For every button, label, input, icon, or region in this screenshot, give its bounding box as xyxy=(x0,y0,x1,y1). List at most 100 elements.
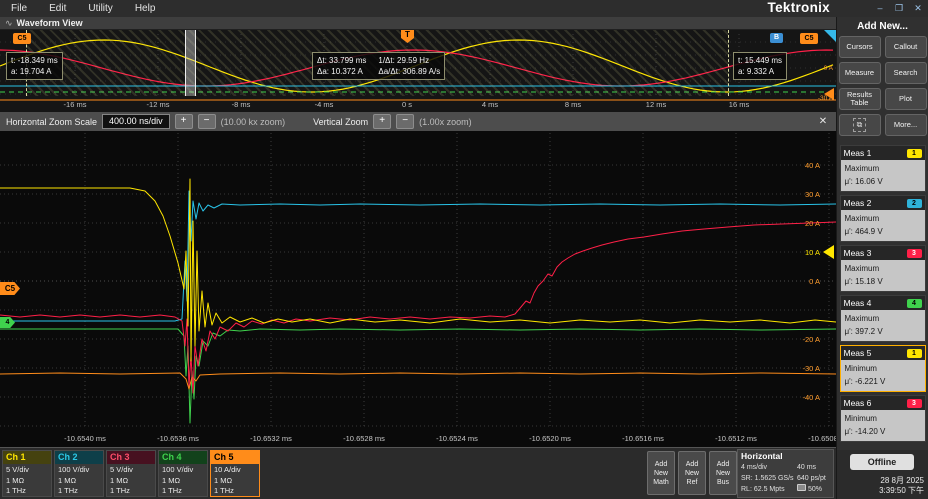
meas-badge-meas3[interactable]: Meas 33Maximumμ': 15.18 V xyxy=(840,245,926,292)
menu-bar: File Edit Utility Help Tektronix – ❐ ✕ xyxy=(0,0,928,17)
trace-ch5 xyxy=(0,373,836,389)
channel-badge-ch5[interactable]: Ch 510 A/div1 MΩ1 THz xyxy=(210,450,260,497)
trigger-level-arrow-icon[interactable] xyxy=(823,245,834,259)
h-zoom-out-button[interactable]: − xyxy=(198,114,216,129)
horizontal-title: Horizontal xyxy=(741,451,830,462)
ch5-badge-right[interactable]: C5 xyxy=(800,33,818,44)
menu-help[interactable]: Help xyxy=(124,0,167,17)
meas-badge-meas4[interactable]: Meas 44Maximumμ': 397.2 V xyxy=(840,295,926,342)
meas-result: Maximumμ': 464.9 V xyxy=(841,210,925,241)
meas-badge-meas2[interactable]: Meas 22Maximumμ': 464.9 V xyxy=(840,195,926,242)
add-new-math-button[interactable]: AddNewMath xyxy=(647,451,675,495)
add-cursors-button[interactable]: Cursors xyxy=(839,36,881,58)
zoom-window-indicator[interactable] xyxy=(185,30,196,96)
meas-source-badge: 4 xyxy=(907,299,922,308)
v-zoom-in-button[interactable]: + xyxy=(373,114,391,129)
overview-x-label: -16 ms xyxy=(64,100,87,109)
channel-name: Ch 4 xyxy=(159,451,207,464)
record-length: RL: 62.5 Mpts xyxy=(741,484,797,495)
sample-rate: SR: 1.5625 GS/s xyxy=(741,473,797,484)
cursor-b-line[interactable] xyxy=(728,30,729,96)
zoomed-waveform-plot[interactable]: -10.6540 ms-10.6536 ms-10.6532 ms-10.652… xyxy=(0,131,836,447)
ch5-badge-left[interactable]: C5 xyxy=(13,33,31,44)
menu-edit[interactable]: Edit xyxy=(38,0,77,17)
plot-x-label: -10.6536 ms xyxy=(157,434,199,443)
channel-name: Ch 2 xyxy=(55,451,103,464)
meas-badge-meas1[interactable]: Meas 11Maximumμ': 16.06 V xyxy=(840,145,926,192)
meas-badge-meas6[interactable]: Meas 63Minimumμ': -14.20 V xyxy=(840,395,926,442)
add-callout-button[interactable]: Callout xyxy=(885,36,927,58)
channel-badge-ch1[interactable]: Ch 15 V/div1 MΩ1 THz xyxy=(2,450,52,497)
channel-badge-ch2[interactable]: Ch 2100 V/div1 MΩ1 THz xyxy=(54,450,104,497)
add-plot-button[interactable]: Plot xyxy=(885,88,927,110)
minimize-button[interactable]: – xyxy=(872,1,888,15)
meas-name: Meas 5 xyxy=(844,348,872,358)
cursor-b-readout: t: 15.449 ms a: 9.332 A xyxy=(733,52,787,80)
horizontal-scale: 4 ms/div xyxy=(741,462,797,473)
status-corner: Offline 28 8月 2025 3:39:50 下午 xyxy=(836,450,928,499)
horizontal-settings-panel[interactable]: Horizontal 4 ms/div 40 ms SR: 1.5625 GS/… xyxy=(737,449,834,498)
h-zoom-scale-value[interactable]: 400.00 ns/div xyxy=(102,114,170,129)
meas-badge-meas5[interactable]: Meas 51Minimumμ': -6.221 V xyxy=(840,345,926,392)
overview-x-label: 8 ms xyxy=(565,100,582,109)
sample-resolution: 640 ps/pt xyxy=(797,473,830,484)
add-measure-button[interactable]: Measure xyxy=(839,62,881,84)
horizontal-span: 40 ms xyxy=(797,462,830,473)
meas-name: Meas 3 xyxy=(844,248,872,258)
channel-name: Ch 1 xyxy=(3,451,51,464)
add-more-button[interactable]: More... xyxy=(885,114,927,136)
pan-corner-icon[interactable] xyxy=(824,30,836,42)
channel-settings: 10 A/div1 MΩ1 THz xyxy=(211,464,259,497)
h-zoom-label: Horizontal Zoom Scale xyxy=(6,117,97,127)
plot-y-label: -20 A xyxy=(802,335,820,344)
overview-x-label: 4 ms xyxy=(482,100,499,109)
plot-y-label: 0 A xyxy=(809,277,820,286)
trace-ch2 xyxy=(0,191,836,321)
plot-canvas: -10.6540 ms-10.6536 ms-10.6532 ms-10.652… xyxy=(0,131,836,447)
add-new-bus-button[interactable]: AddNewBus xyxy=(709,451,737,495)
v-zoom-factor: (1.00x zoom) xyxy=(419,117,472,127)
meas-name: Meas 6 xyxy=(844,398,872,408)
overview-x-label: 16 ms xyxy=(729,100,750,109)
zoom-close-button[interactable]: ✕ xyxy=(816,116,830,127)
plot-x-label: -10.6528 ms xyxy=(343,434,385,443)
close-button[interactable]: ✕ xyxy=(910,1,926,15)
v-zoom-out-button[interactable]: − xyxy=(396,114,414,129)
offline-button[interactable]: Offline xyxy=(850,454,914,470)
channel-badge-row: Ch 15 V/div1 MΩ1 THzCh 2100 V/div1 MΩ1 T… xyxy=(2,450,260,497)
add-custom-button[interactable]: ⧉ xyxy=(839,114,881,136)
add-search-button[interactable]: Search xyxy=(885,62,927,84)
plot-y-label: 10 A xyxy=(805,248,820,257)
cursor-delta-readout: Δt: 33.799 ms1/Δt: 29.59 Hz Δa: 10.372 A… xyxy=(312,52,445,80)
overview-x-label: 12 ms xyxy=(646,100,667,109)
meas-result: Maximumμ': 15.18 V xyxy=(841,260,925,291)
channel-name: Ch 5 xyxy=(211,451,259,464)
add-new-ref-button[interactable]: AddNewRef xyxy=(678,451,706,495)
ch5-level-arrow-icon xyxy=(824,88,834,100)
plot-x-label: -10.6508 ms xyxy=(808,434,836,443)
trace-ch3 xyxy=(0,222,836,393)
channel-badge-ch3[interactable]: Ch 35 V/div1 MΩ1 THz xyxy=(106,450,156,497)
menu-utility[interactable]: Utility xyxy=(77,0,123,17)
channel-settings: 100 V/div1 MΩ1 THz xyxy=(55,464,103,497)
plot-x-label: -10.6512 ms xyxy=(715,434,757,443)
plot-y-label: 30 A xyxy=(805,190,820,199)
cursor-b-badge[interactable]: B xyxy=(770,33,783,43)
h-zoom-in-button[interactable]: + xyxy=(175,114,193,129)
channel-settings: 100 V/div1 MΩ1 THz xyxy=(159,464,207,497)
channel-badge-ch4[interactable]: Ch 4100 V/div1 MΩ1 THz xyxy=(158,450,208,497)
plot-x-label: -10.6516 ms xyxy=(622,434,664,443)
bottom-bar: Ch 15 V/div1 MΩ1 THzCh 2100 V/div1 MΩ1 T… xyxy=(0,447,836,499)
plot-y-label: 40 A xyxy=(805,161,820,170)
tektronix-logo: Tektronix xyxy=(768,0,830,17)
waveform-icon: ∿ xyxy=(5,18,13,28)
acquisition-overview[interactable]: -16 ms-12 ms-8 ms-4 ms0 s4 ms8 ms12 ms16… xyxy=(0,30,836,112)
add-results-table-button[interactable]: Results Table xyxy=(839,88,881,110)
plot-y-label: -30 A xyxy=(802,364,820,373)
menu-file[interactable]: File xyxy=(0,0,38,17)
add-new-group: AddNewMathAddNewRefAddNewBus xyxy=(647,451,737,495)
plot-y-label: 20 A xyxy=(805,219,820,228)
meas-source-badge: 1 xyxy=(907,349,922,358)
restore-button[interactable]: ❐ xyxy=(891,1,907,15)
meas-source-badge: 3 xyxy=(907,399,922,408)
